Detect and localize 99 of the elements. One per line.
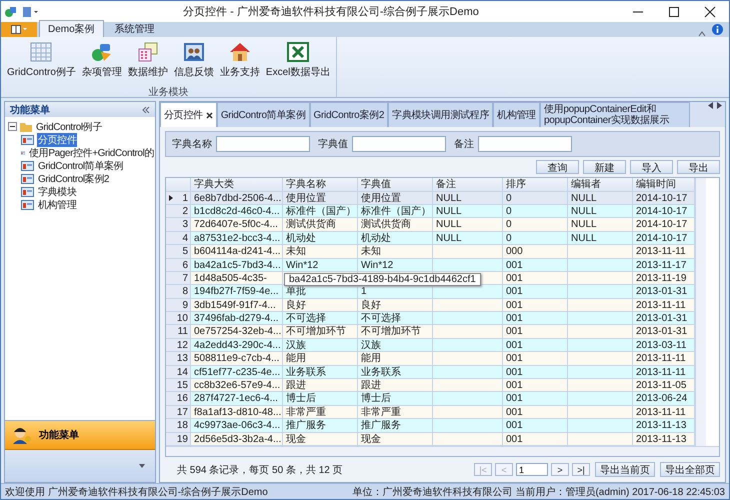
ribbon-button[interactable]: 业务支持: [218, 40, 262, 81]
action-button[interactable]: 导出: [677, 160, 720, 174]
current-row-icon: [169, 194, 173, 201]
nav-menu-button[interactable]: 功能菜单: [5, 420, 155, 450]
ribbon-button[interactable]: Excel数据导出: [264, 40, 332, 81]
tree-item[interactable]: GridControl例子: [35, 120, 103, 134]
table-cell: NULL: [568, 192, 633, 205]
ribbon-button[interactable]: 数据维护: [126, 40, 170, 81]
row-number: 7: [176, 272, 191, 286]
ribbon-button[interactable]: 杂项管理: [80, 40, 124, 81]
person-icon: [11, 426, 33, 444]
folder-icon: [20, 122, 32, 132]
ribbon-button[interactable]: 信息反馈: [172, 40, 216, 81]
form-icon: [21, 200, 34, 210]
collapse-toggle-icon[interactable]: [8, 122, 17, 131]
field-label: 字典名称: [172, 138, 212, 152]
row-number: 8: [176, 285, 191, 299]
row-number: 10: [176, 312, 191, 326]
form-icon: [21, 174, 34, 184]
document-tab[interactable]: 分页控件: [160, 102, 217, 127]
window-title: 分页控件 - 广州爱奇迪软件科技有限公司-综合例子展示Demo: [182, 4, 480, 19]
row-number: 14: [176, 366, 191, 380]
ribbon-group-label: 业务模块: [148, 86, 189, 99]
row-number: 6: [176, 258, 191, 272]
row-number: 15: [176, 379, 191, 392]
ribbon-tab[interactable]: Demo案例: [39, 20, 104, 37]
ribbon-button[interactable]: GridContro例子: [5, 40, 78, 81]
action-button[interactable]: 导入: [630, 160, 673, 174]
page-nav-button[interactable]: >|: [572, 463, 590, 476]
tree-item[interactable]: 使用Pager控件+GridControl的: [28, 146, 155, 160]
export-button[interactable]: 导出全部页: [660, 462, 720, 477]
tree-item[interactable]: GridControl简单案例: [37, 158, 124, 172]
shapes-icon: [90, 42, 113, 62]
document-tab[interactable]: 字典模块调用测试程序: [388, 102, 494, 127]
table-cell: NULL: [433, 192, 503, 205]
application-menu-button[interactable]: [1, 22, 37, 37]
scroll-left-icon[interactable]: [708, 102, 714, 109]
document-tab[interactable]: GridContro简单案例: [216, 102, 310, 127]
close-icon[interactable]: [206, 112, 213, 118]
row-indicator[interactable]: [166, 192, 176, 205]
layout-icon: [11, 25, 27, 34]
row-number: 13: [176, 352, 191, 366]
tree-item[interactable]: GridControl案例2: [37, 172, 110, 186]
table-cell: 使用位置: [283, 192, 358, 205]
row-number: 11: [176, 325, 191, 339]
document-tab[interactable]: 使用popupContainerEdit和popupContainer实现数据展示: [540, 102, 690, 127]
page-nav-button[interactable]: >: [551, 463, 569, 476]
form-icon: [21, 186, 34, 196]
people-icon: [182, 42, 205, 62]
ribbon-tab[interactable]: 系统管理: [106, 20, 164, 37]
field-label: 字典值: [318, 138, 348, 152]
record-summary: 共 594 条记录，每页 50 条，共 12 页: [176, 464, 344, 476]
tree-item[interactable]: 字典模块: [37, 184, 78, 198]
table-cell: 2014-10-17: [633, 192, 695, 205]
form-icon: [21, 160, 34, 170]
row-number: 4: [176, 232, 191, 246]
form-icon: [21, 134, 34, 144]
status-text: 欢迎使用 广州爱奇迪软件科技有限公司-综合例子展示Demo: [5, 486, 268, 498]
input-field[interactable]: [216, 136, 310, 152]
vertical-scrollbar[interactable]: [695, 178, 706, 446]
row-number: 16: [176, 392, 191, 406]
spreadsheet-icon: [287, 42, 310, 62]
row-number: 1: [176, 192, 191, 205]
document-tab[interactable]: 机构管理: [493, 102, 540, 127]
tree-item[interactable]: 机构管理: [37, 198, 78, 212]
table-cell: 6e8b7dbd-2506-4...: [191, 192, 283, 205]
house-icon: [228, 42, 251, 62]
input-field[interactable]: [352, 136, 446, 152]
export-button[interactable]: 导出当前页: [595, 462, 655, 477]
row-number: 12: [176, 338, 191, 352]
row-number: 2: [176, 204, 191, 218]
input-field[interactable]: [478, 136, 572, 152]
action-button[interactable]: 新建: [583, 160, 626, 174]
tooltip: ba42a1c5-7bd3-4189-b4b4-9c1db4462cf1: [284, 273, 481, 286]
row-number: 9: [176, 298, 191, 312]
collapse-ribbon-icon[interactable]: [698, 31, 706, 37]
action-button[interactable]: 查询: [536, 160, 579, 174]
row-number: 18: [176, 419, 191, 433]
page-field[interactable]: 1: [516, 463, 548, 476]
row-number: 5: [176, 245, 191, 259]
row-number: 3: [176, 218, 191, 232]
row-number: 17: [176, 406, 191, 420]
table-cell: 使用位置: [358, 192, 433, 205]
tree-item[interactable]: 分页控件: [37, 132, 78, 146]
table-icon: [30, 42, 52, 62]
dropdown-icon[interactable]: [139, 464, 145, 468]
status-text: 单位：广州爱奇迪软件科技有限公司 当前用户：管理员(admin) 2017-06-18 22:45:03: [352, 486, 725, 498]
info-icon[interactable]: [712, 24, 723, 35]
collapse-icon[interactable]: [142, 106, 150, 112]
row-number: 19: [176, 432, 191, 446]
panel-title: 功能菜单: [10, 104, 50, 116]
table-cell: 0: [503, 192, 568, 205]
app-logo-icon: [5, 6, 17, 18]
horizontal-scrollbar[interactable]: [166, 446, 719, 456]
scroll-right-icon[interactable]: [716, 102, 722, 109]
document-tab[interactable]: GridContro案例2: [310, 102, 388, 127]
field-label: 备注: [454, 138, 474, 152]
quick-access-icon[interactable]: [23, 6, 39, 16]
calendar-icon: [136, 42, 159, 62]
